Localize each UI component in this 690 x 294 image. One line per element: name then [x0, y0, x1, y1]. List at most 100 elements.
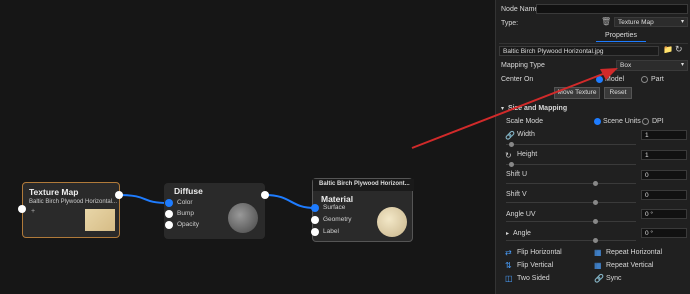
material-label-port[interactable] [311, 228, 319, 236]
reset-label: Reset [609, 89, 627, 96]
shift-v-slider[interactable] [506, 202, 636, 203]
material-geometry-port[interactable] [311, 216, 319, 224]
material-surface-label: Surface [323, 204, 346, 211]
angle-slider-knob[interactable] [593, 238, 598, 243]
angle-uv-label: Angle UV [506, 211, 536, 218]
repeat-horizontal-icon[interactable]: ▦ [594, 248, 602, 257]
texture-map-node[interactable]: Texture Map Baltic Birch Plywood Horizon… [22, 182, 120, 238]
material-title: Material [321, 194, 354, 204]
texture-map-output-port[interactable] [115, 191, 123, 199]
scale-scene-units-radio[interactable] [594, 118, 601, 125]
section-size-mapping[interactable]: Size and Mapping [508, 105, 567, 112]
shift-v-label: Shift V [506, 191, 527, 198]
swap-icon[interactable]: ↻ [505, 151, 512, 160]
type-value: Texture Map [618, 19, 654, 26]
material-geometry-label: Geometry [323, 216, 352, 223]
flip-horizontal-icon[interactable]: ⇄ [505, 248, 512, 257]
sync-icon[interactable]: 🔗 [594, 274, 604, 283]
diffuse-opacity-port[interactable] [165, 221, 173, 229]
repeat-vertical-label[interactable]: Repeat Vertical [606, 262, 653, 269]
scale-dpi-radio[interactable] [642, 118, 649, 125]
diffuse-opacity-label: Opacity [177, 221, 200, 228]
chevron-down-icon: ▾ [680, 62, 684, 68]
shift-v-slider-knob[interactable] [593, 200, 598, 205]
shift-u-label: Shift U [506, 171, 528, 178]
material-surface-port[interactable] [311, 204, 319, 212]
node-name-label: Node Name: [501, 6, 541, 13]
file-name-field[interactable]: Baltic Birch Plywood Horizontal.jpg [499, 46, 659, 56]
chevron-down-icon: ▾ [680, 19, 684, 25]
material-preview-sphere [377, 207, 407, 237]
texture-map-input-port[interactable] [18, 205, 26, 213]
material-label-label: Label [323, 228, 339, 235]
scale-scene-units-label: Scene Units [603, 118, 641, 125]
connection-wires [118, 194, 316, 209]
diffuse-preview-sphere [228, 203, 258, 233]
diffuse-title: Diffuse [174, 186, 203, 196]
tab-properties[interactable]: Properties [596, 32, 646, 41]
node-name-input[interactable] [536, 4, 688, 14]
diffuse-bump-label: Bump [177, 210, 194, 217]
mapping-type-value: Box [620, 62, 632, 69]
texture-map-title: Texture Map [29, 187, 79, 197]
diffuse-color-label: Color [177, 199, 193, 206]
angle-label: Angle [513, 230, 531, 237]
sync-label[interactable]: Sync [606, 275, 622, 282]
width-input[interactable]: 1 [641, 130, 687, 140]
divider [499, 43, 688, 44]
center-model-label: Model [605, 76, 625, 83]
collapse-chevron-icon[interactable]: ▾ [501, 105, 504, 112]
texture-map-subtitle: Baltic Birch Plywood Horizontal... [29, 199, 118, 205]
height-input[interactable]: 1 [641, 150, 687, 160]
angle-uv-slider[interactable] [506, 221, 636, 222]
height-slider-knob[interactable] [509, 162, 514, 167]
width-label: Width [517, 131, 535, 138]
flip-vertical-icon[interactable]: ⇅ [505, 261, 512, 270]
properties-panel: Node Name: Type: 🗑 Texture Map ▾ Propert… [495, 0, 690, 294]
two-sided-label[interactable]: Two Sided [517, 275, 550, 282]
refresh-icon[interactable]: ↻ [675, 44, 683, 55]
node-graph-canvas[interactable]: Texture Map Baltic Birch Plywood Horizon… [0, 0, 495, 294]
folder-icon[interactable]: 📁 [663, 45, 673, 54]
material-header: Baltic Birch Plywood Horizont... [319, 181, 410, 187]
height-slider[interactable] [506, 164, 636, 165]
texture-map-plus: + [31, 208, 36, 215]
flip-horizontal-label[interactable]: Flip Horizontal [517, 249, 562, 256]
expand-chevron-icon[interactable]: ▸ [506, 230, 509, 237]
tab-active-underline [596, 41, 646, 42]
repeat-vertical-icon[interactable]: ▦ [594, 261, 602, 270]
shift-u-input[interactable]: 0 [641, 170, 687, 180]
width-slider-knob[interactable] [509, 142, 514, 147]
height-label: Height [517, 151, 538, 158]
type-select[interactable]: Texture Map ▾ [614, 17, 688, 27]
repeat-horizontal-label[interactable]: Repeat Horizontal [606, 249, 662, 256]
reset-button[interactable]: Reset [604, 87, 632, 99]
angle-slider[interactable] [506, 240, 636, 241]
angle-uv-input[interactable]: 0 ° [641, 209, 687, 219]
diffuse-bump-port[interactable] [165, 210, 173, 218]
type-label: Type: [501, 20, 519, 27]
shift-u-slider[interactable] [506, 183, 636, 184]
shift-v-input[interactable]: 0 [641, 190, 687, 200]
angle-input[interactable]: 0 ° [641, 228, 687, 238]
move-texture-label: Move Texture [557, 89, 597, 96]
trash-icon[interactable]: 🗑 [601, 17, 611, 26]
link-icon[interactable]: 🔗 [505, 131, 515, 140]
scale-dpi-label: DPI [652, 118, 664, 125]
width-slider[interactable] [506, 144, 636, 145]
move-texture-button[interactable]: Move Texture [554, 87, 600, 99]
center-part-label: Part [651, 76, 664, 83]
mapping-type-select[interactable]: Box ▾ [616, 60, 688, 71]
center-on-label: Center On [501, 76, 534, 83]
diffuse-color-port[interactable] [165, 199, 173, 207]
shift-u-slider-knob[interactable] [593, 181, 598, 186]
texture-thumbnail [85, 209, 115, 231]
angle-uv-slider-knob[interactable] [593, 219, 598, 224]
diffuse-output-port[interactable] [261, 191, 269, 199]
center-part-radio[interactable] [641, 76, 648, 83]
mapping-type-label: Mapping Type [501, 62, 545, 69]
two-sided-icon[interactable]: ◫ [505, 274, 513, 283]
flip-vertical-label[interactable]: Flip Vertical [517, 262, 553, 269]
scale-mode-label: Scale Mode [506, 118, 543, 125]
center-model-radio[interactable] [596, 76, 603, 83]
